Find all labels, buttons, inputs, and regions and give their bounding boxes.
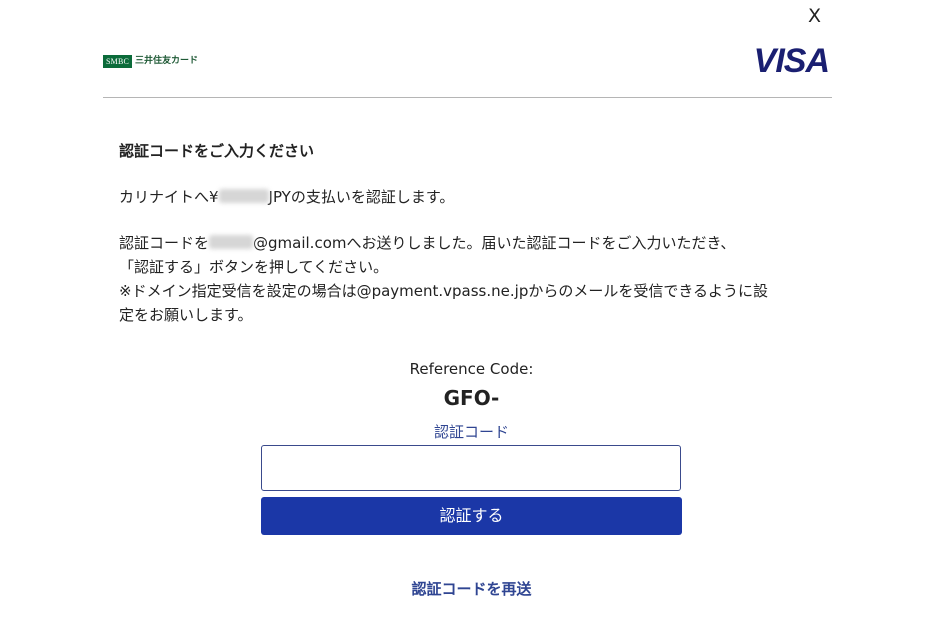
auth-page: X SMBC 三井住友カード VISA 認証コードをご入力ください カリナイトへ… <box>0 0 927 623</box>
instruction-line-1-prefix: 認証コードを <box>119 234 210 252</box>
auth-code-input[interactable] <box>261 445 681 491</box>
resend-code-link[interactable]: 認証コードを再送 <box>261 578 682 600</box>
issuer-logo-box: SMBC <box>103 55 133 68</box>
instruction-line-1: 認証コードを @gmail.comへお送りしました。届いた認証コードをご入力いただ… <box>119 231 819 255</box>
instructions: 認証コードをご入力ください カリナイトへ¥ JPYの支払いを認証します。 認証コー… <box>119 139 819 327</box>
redacted-amount <box>218 189 269 203</box>
code-instructions: 認証コードを @gmail.comへお送りしました。届いた認証コードをご入力いただ… <box>119 231 819 327</box>
visa-logo: VISA <box>753 42 830 80</box>
reference-code-label: Reference Code: <box>409 360 534 378</box>
instruction-line-4: 定をお願いします。 <box>119 306 253 324</box>
reference-code-value: GFO- <box>443 386 500 410</box>
instruction-line-2: 「認証する」ボタンを押してください。 <box>119 258 389 276</box>
issuer-logo: SMBC 三井住友カード <box>103 55 198 68</box>
authenticate-button[interactable]: 認証する <box>261 497 682 535</box>
header: SMBC 三井住友カード VISA <box>103 40 832 84</box>
close-button[interactable]: X <box>808 6 821 26</box>
instruction-line-3: ※ドメイン指定受信を設定の場合は@payment.vpass.ne.jpからのメ… <box>119 282 769 300</box>
payment-summary: カリナイトへ¥ JPYの支払いを認証します。 <box>119 185 819 209</box>
header-divider <box>103 97 832 98</box>
auth-code-label: 認証コード <box>433 423 509 441</box>
redacted-email <box>209 235 254 249</box>
payment-summary-prefix: カリナイトへ¥ <box>119 188 219 206</box>
instruction-line-1-suffix: @gmail.comへお送りしました。届いた認証コードをご入力いただき、 <box>253 234 736 252</box>
page-heading: 認証コードをご入力ください <box>119 142 315 160</box>
issuer-logo-text: 三井住友カード <box>135 56 199 66</box>
payment-summary-suffix: JPYの支払いを認証します。 <box>268 188 455 206</box>
